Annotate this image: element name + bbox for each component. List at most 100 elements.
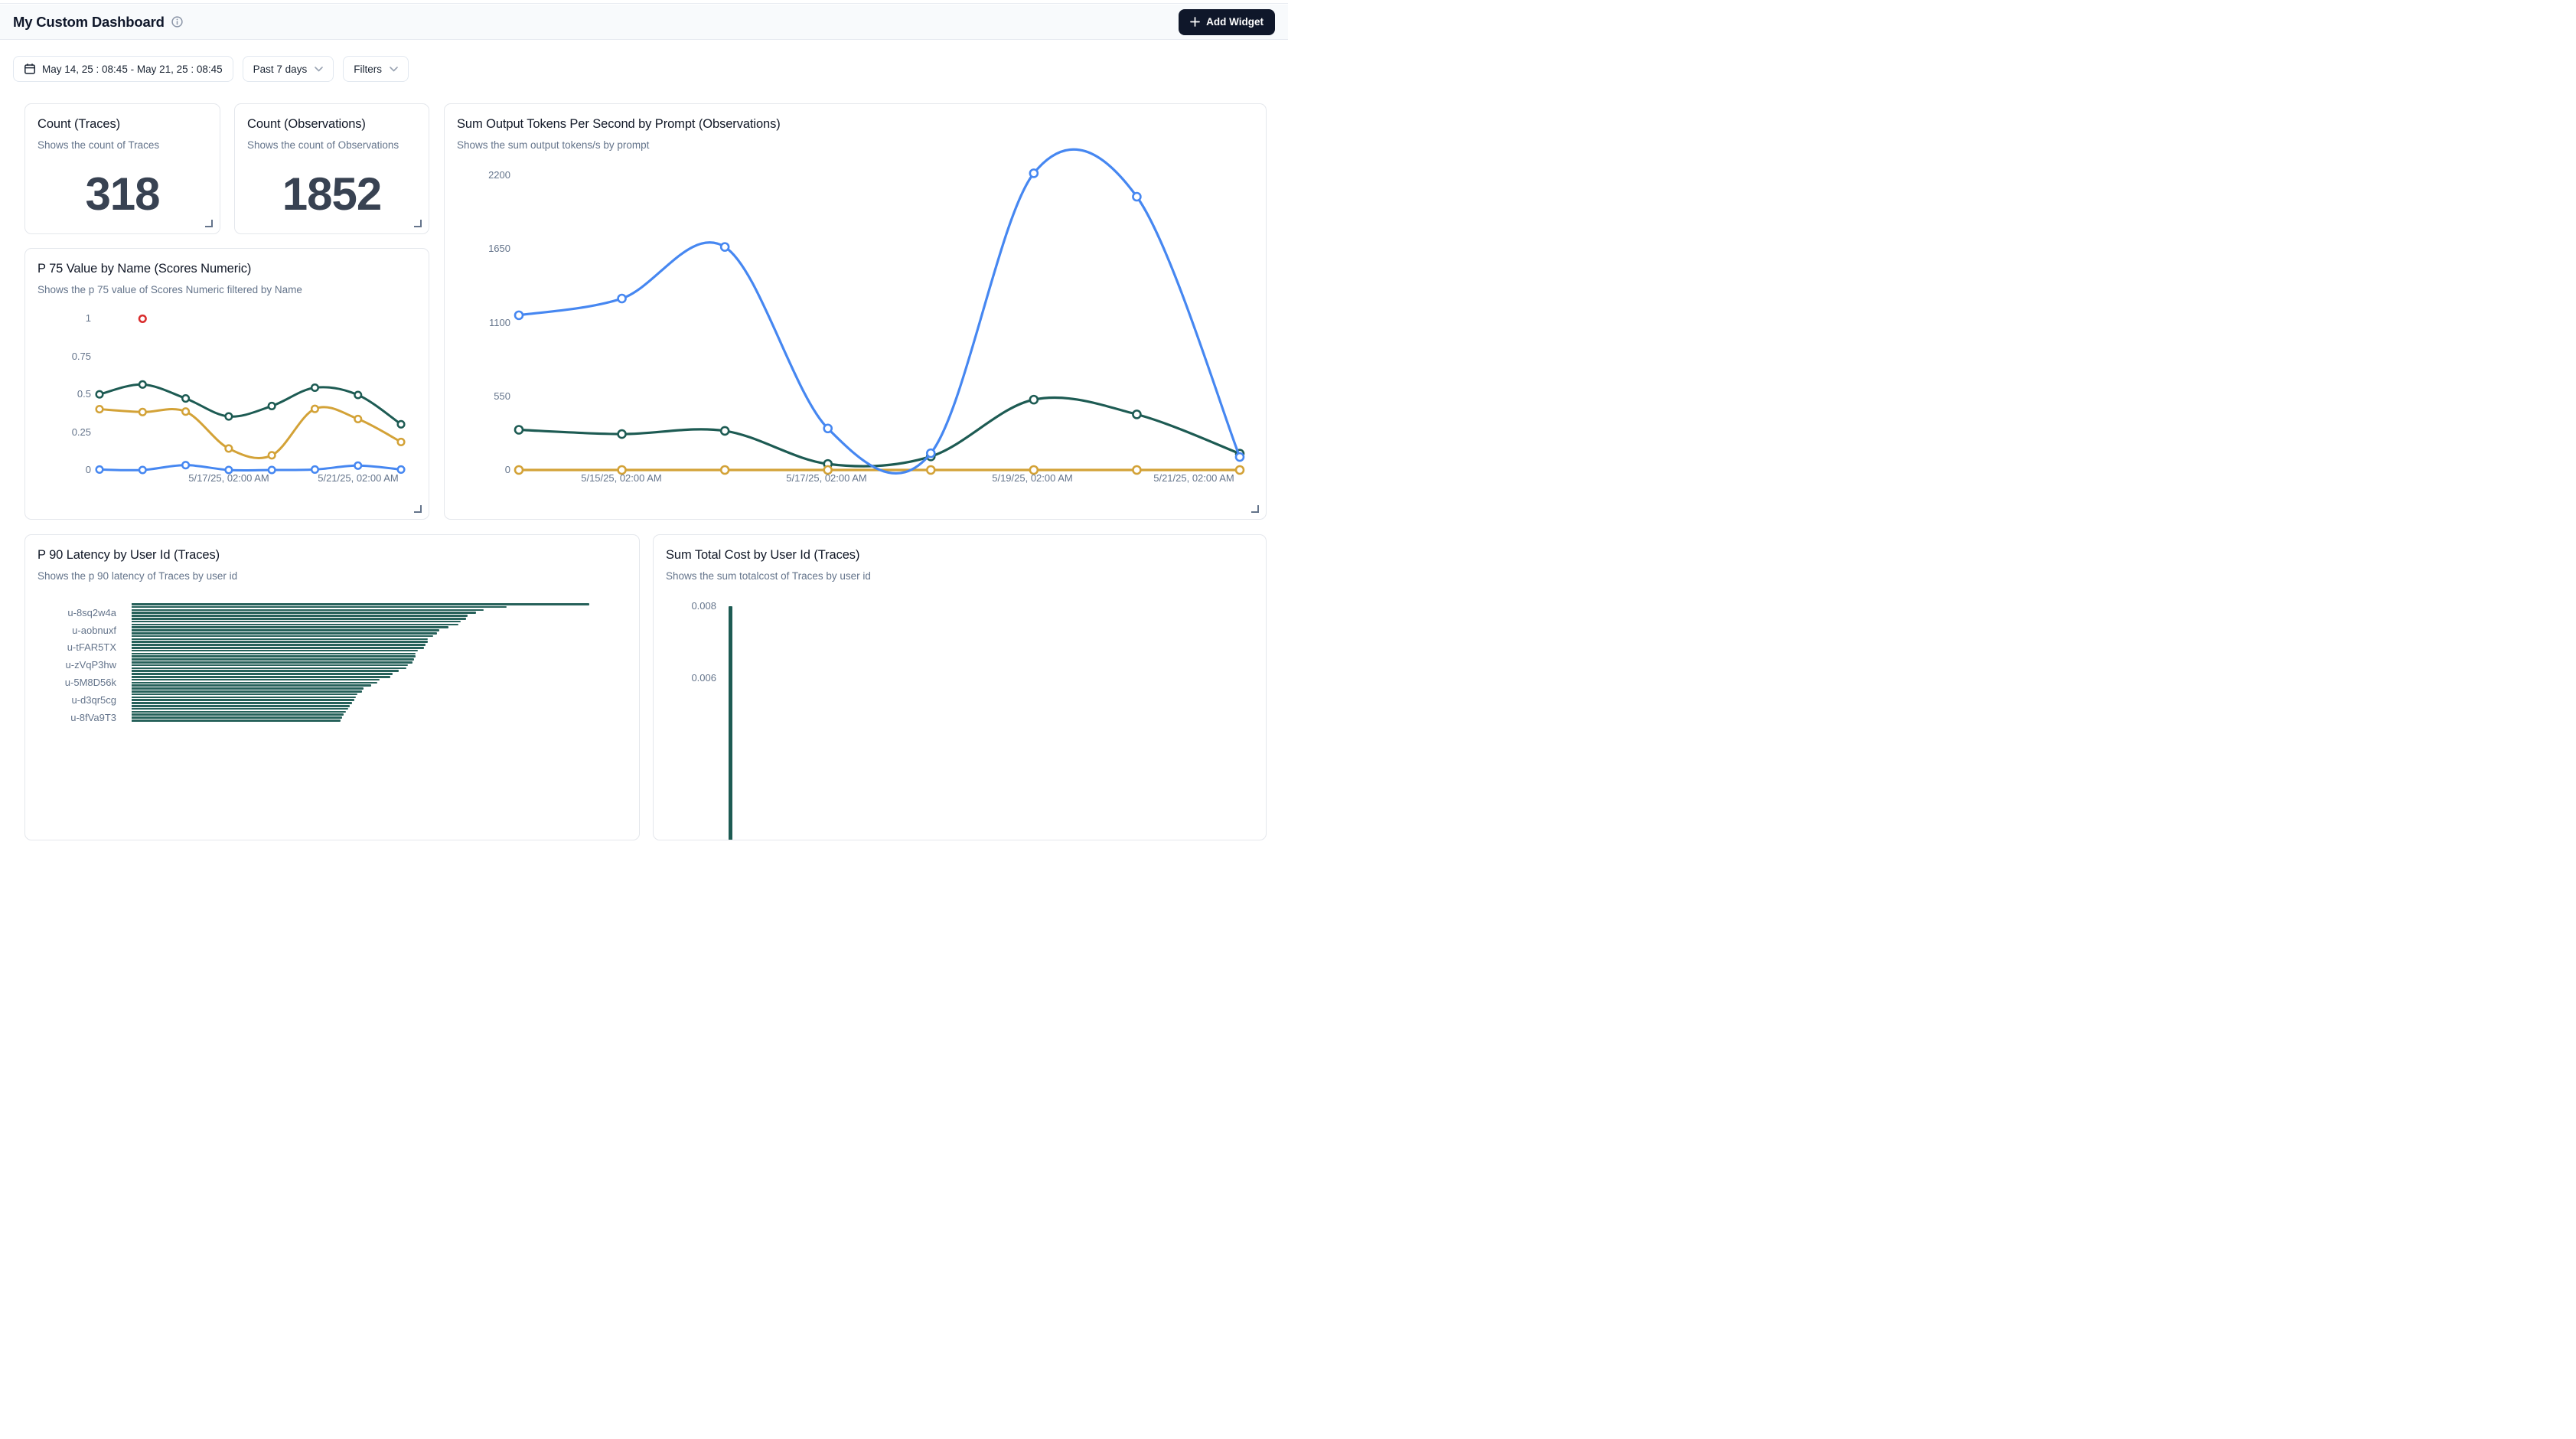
data-point-score-gold[interactable] [226, 445, 233, 452]
data-point-prompt-blue[interactable] [721, 243, 729, 251]
latency-bar[interactable] [132, 624, 458, 626]
latency-bar[interactable] [132, 679, 380, 681]
data-point-prompt-blue[interactable] [618, 295, 626, 302]
data-point-score-teal[interactable] [354, 392, 361, 399]
latency-bar[interactable] [132, 621, 461, 623]
latency-bar[interactable] [132, 720, 341, 722]
data-point-prompt-teal[interactable] [1236, 450, 1244, 458]
data-point-prompt-teal[interactable] [721, 427, 729, 435]
data-point-prompt-teal[interactable] [515, 426, 523, 434]
data-point-prompt-blue[interactable] [824, 425, 832, 432]
latency-bar[interactable] [132, 629, 439, 631]
data-point-prompt-teal[interactable] [1030, 396, 1038, 403]
resize-handle-icon[interactable] [414, 220, 422, 227]
latency-bar[interactable] [132, 644, 426, 646]
data-point-score-blue[interactable] [139, 467, 146, 474]
latency-bar[interactable] [132, 647, 424, 649]
latency-bar[interactable] [132, 670, 399, 672]
data-point-prompt-blue[interactable] [1236, 453, 1244, 461]
date-range-picker[interactable]: May 14, 25 : 08:45 - May 21, 25 : 08:45 [13, 56, 233, 82]
data-point-score-red[interactable] [139, 315, 146, 322]
latency-bar[interactable] [132, 697, 356, 699]
latency-bar[interactable] [132, 609, 484, 612]
latency-bar[interactable] [132, 690, 362, 693]
latency-bar[interactable] [132, 650, 418, 652]
latency-bar[interactable] [132, 693, 357, 696]
data-point-score-blue[interactable] [269, 467, 276, 474]
cost-bar[interactable] [729, 606, 732, 840]
latency-bar[interactable] [132, 661, 412, 664]
data-point-score-gold[interactable] [182, 408, 189, 415]
data-point-prompt-teal[interactable] [927, 452, 934, 460]
latency-bar[interactable] [132, 711, 346, 713]
latency-bar[interactable] [132, 655, 416, 658]
latency-bar[interactable] [132, 632, 437, 635]
latency-bar[interactable] [132, 713, 344, 716]
latency-bar[interactable] [132, 653, 416, 655]
data-point-score-gold[interactable] [139, 409, 146, 416]
latency-bar[interactable] [132, 612, 476, 614]
latency-bar[interactable] [132, 615, 468, 617]
latency-bar[interactable] [132, 618, 466, 620]
data-point-prompt-gold[interactable] [927, 466, 934, 474]
data-point-score-gold[interactable] [311, 406, 318, 413]
data-point-prompt-gold[interactable] [515, 466, 523, 474]
y-axis-tick: 0.5 [36, 388, 91, 400]
latency-bar[interactable] [132, 687, 364, 690]
latency-bar[interactable] [132, 705, 350, 707]
data-point-score-teal[interactable] [226, 413, 233, 420]
data-point-prompt-blue[interactable] [1133, 193, 1140, 201]
data-point-prompt-teal[interactable] [1133, 410, 1140, 418]
data-point-score-teal[interactable] [269, 403, 276, 410]
latency-bar[interactable] [132, 673, 393, 675]
data-point-prompt-blue[interactable] [1030, 169, 1038, 177]
plus-icon [1190, 17, 1200, 27]
data-point-score-teal[interactable] [398, 421, 405, 428]
data-point-prompt-gold[interactable] [1236, 466, 1244, 474]
latency-bar[interactable] [132, 716, 342, 719]
data-point-prompt-gold[interactable] [721, 466, 729, 474]
latency-bar[interactable] [132, 641, 428, 643]
data-point-score-gold[interactable] [96, 406, 103, 413]
latency-bar[interactable] [132, 682, 377, 684]
data-point-prompt-blue[interactable] [927, 449, 934, 457]
latency-bar[interactable] [132, 708, 348, 710]
latency-bar[interactable] [132, 699, 354, 701]
data-point-score-teal[interactable] [139, 381, 146, 388]
data-point-score-teal[interactable] [182, 395, 189, 402]
latency-bar[interactable] [132, 702, 352, 704]
latency-bar[interactable] [132, 606, 507, 609]
data-point-score-teal[interactable] [311, 384, 318, 391]
resize-handle-icon[interactable] [1251, 505, 1259, 513]
latency-bar[interactable] [132, 658, 414, 661]
data-point-score-blue[interactable] [398, 466, 405, 473]
data-point-score-gold[interactable] [269, 452, 276, 459]
filters-button[interactable]: Filters [343, 56, 409, 82]
data-point-score-gold[interactable] [398, 439, 405, 445]
y-axis-tick: 0.25 [36, 426, 91, 438]
data-point-score-blue[interactable] [182, 462, 189, 468]
latency-bar[interactable] [132, 684, 371, 687]
chart-title: P 75 Value by Name (Scores Numeric) [37, 262, 251, 276]
latency-bar[interactable] [132, 638, 428, 641]
latency-bar[interactable] [132, 667, 406, 670]
latency-bar[interactable] [132, 635, 433, 638]
data-point-score-blue[interactable] [354, 462, 361, 469]
latency-bar[interactable] [132, 664, 408, 667]
latency-bar[interactable] [132, 626, 448, 628]
date-preset-select[interactable]: Past 7 days [243, 56, 334, 82]
chart-subtitle: Shows the sum output tokens/s by prompt [457, 139, 649, 151]
data-point-prompt-gold[interactable] [1133, 466, 1140, 474]
add-widget-button[interactable]: Add Widget [1179, 9, 1275, 35]
info-icon[interactable] [171, 16, 183, 28]
data-point-prompt-teal[interactable] [618, 430, 626, 438]
data-point-prompt-blue[interactable] [515, 312, 523, 319]
data-point-prompt-teal[interactable] [824, 460, 832, 468]
latency-bar[interactable] [132, 603, 589, 605]
resize-handle-icon[interactable] [414, 505, 422, 513]
resize-handle-icon[interactable] [205, 220, 213, 227]
latency-bar[interactable] [132, 676, 390, 678]
data-point-score-teal[interactable] [96, 391, 103, 398]
data-point-score-blue[interactable] [96, 466, 103, 473]
data-point-score-gold[interactable] [354, 416, 361, 423]
